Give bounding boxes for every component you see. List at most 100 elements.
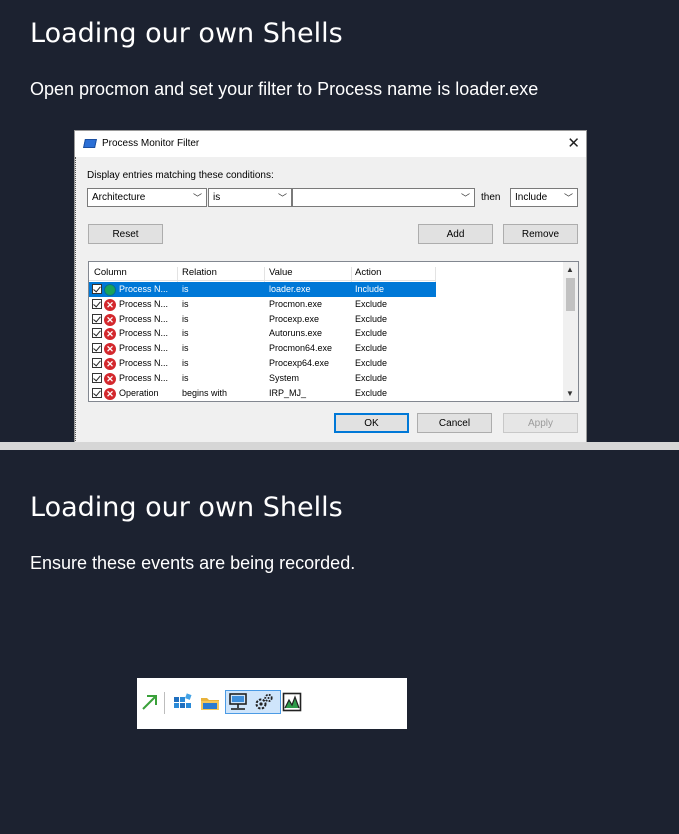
row-value: System — [269, 372, 300, 383]
row-action: Exclude — [355, 343, 388, 354]
row-relation: is — [182, 328, 189, 339]
jump-arrow-icon[interactable] — [140, 692, 160, 712]
filter-row[interactable]: ✕ Process N... is Autoruns.exe Exclude — [89, 326, 436, 341]
chevron-down-icon: ﹀ — [563, 193, 573, 203]
row-column: Process N... — [119, 298, 169, 309]
enable-checkbox[interactable] — [92, 313, 102, 324]
relation-select-value: is — [213, 192, 221, 203]
slide-title: Loading our own Shells — [30, 18, 343, 49]
slide-instruction: Ensure these events are being recorded. — [30, 553, 356, 573]
slide-title: Loading our own Shells — [30, 492, 343, 523]
row-action: Include — [355, 284, 385, 294]
row-value: Procexp.exe — [269, 313, 320, 324]
row-relation: is — [182, 298, 189, 309]
file-system-activity-icon[interactable] — [200, 692, 220, 712]
process-thread-activity-icon[interactable] — [254, 692, 274, 712]
action-header[interactable]: Action — [355, 267, 381, 278]
chevron-down-icon: ﹀ — [460, 193, 470, 203]
row-relation: is — [182, 284, 189, 294]
relation-header[interactable]: Relation — [182, 267, 217, 278]
row-relation: is — [182, 372, 189, 383]
scrollbar-thumb[interactable] — [566, 278, 575, 311]
relation-select[interactable]: is ﹀ — [208, 188, 292, 207]
row-column: Process N... — [119, 372, 169, 383]
row-action: Exclude — [355, 358, 388, 368]
filter-row[interactable]: ✕ Operation begins with IRP_MJ_ Exclude — [89, 386, 436, 401]
filter-row[interactable]: ✕ Process N... is Procexp64.exe Exclude — [89, 356, 436, 371]
add-button[interactable]: Add — [418, 224, 493, 244]
filter-row[interactable]: ✕ Process N... is Procexp.exe Exclude — [89, 312, 436, 327]
chevron-down-icon: ﹀ — [277, 193, 287, 203]
row-action: Exclude — [355, 298, 388, 309]
value-header[interactable]: Value — [269, 267, 293, 278]
exclude-icon: ✕ — [104, 328, 116, 341]
column-select[interactable]: Architecture ﹀ — [87, 188, 207, 207]
slide-2: Loading our own Shells Ensure these even… — [0, 450, 679, 834]
exclude-icon: ✕ — [104, 313, 116, 326]
column-select-value: Architecture — [92, 192, 146, 203]
exclude-icon: ✕ — [104, 343, 116, 356]
row-value: loader.exe — [269, 284, 311, 294]
toolbar-separator — [164, 692, 165, 714]
row-relation: is — [182, 343, 189, 354]
registry-activity-icon[interactable] — [173, 692, 193, 712]
row-column: Process N... — [119, 343, 169, 354]
row-value: Procmon64.exe — [269, 343, 333, 354]
action-select-value: Include — [515, 192, 548, 203]
profiling-events-icon[interactable] — [282, 692, 302, 712]
row-relation: begins with — [182, 387, 228, 398]
action-select[interactable]: Include ﹀ — [510, 188, 578, 207]
filter-row[interactable]: ✕ Process N... is Procmon64.exe Exclude — [89, 341, 436, 356]
row-value: Procmon.exe — [269, 298, 323, 309]
dialog-titlebar: Process Monitor Filter ✕ — [75, 131, 586, 157]
row-relation: is — [182, 358, 189, 368]
enable-checkbox[interactable] — [92, 343, 102, 354]
row-column: Process N... — [119, 284, 169, 294]
row-column: Operation — [119, 387, 159, 398]
cancel-button[interactable]: Cancel — [417, 413, 492, 433]
process-monitor-filter-dialog: Process Monitor Filter ✕ Display entries… — [74, 130, 587, 442]
filter-list[interactable]: Column Relation Value Action Process N..… — [88, 261, 579, 402]
column-header[interactable]: Column — [94, 267, 127, 278]
chevron-up-icon[interactable]: ▲ — [566, 265, 574, 274]
chevron-down-icon[interactable]: ▼ — [566, 389, 574, 398]
row-value: IRP_MJ_ — [269, 387, 307, 398]
row-column: Process N... — [119, 313, 169, 324]
enable-checkbox[interactable] — [92, 298, 102, 309]
row-action: Exclude — [355, 313, 388, 324]
enable-checkbox[interactable] — [92, 284, 102, 294]
dialog-edge-divider — [75, 157, 77, 442]
filter-list-header: Column Relation Value Action — [89, 262, 436, 286]
enable-checkbox[interactable] — [92, 387, 102, 398]
enable-checkbox[interactable] — [92, 372, 102, 383]
chevron-down-icon: ﹀ — [192, 193, 202, 203]
value-combo[interactable]: ﹀ — [292, 188, 475, 207]
row-value: Autoruns.exe — [269, 328, 323, 339]
filter-row[interactable]: Process N... is loader.exe Include — [89, 282, 436, 297]
exclude-icon: ✕ — [104, 372, 116, 385]
row-action: Exclude — [355, 387, 388, 398]
row-column: Process N... — [119, 328, 169, 339]
row-column: Process N... — [119, 358, 169, 368]
filter-row[interactable]: ✕ Process N... is System Exclude — [89, 371, 436, 386]
reset-button[interactable]: Reset — [88, 224, 163, 244]
conditions-label: Display entries matching these condition… — [87, 170, 274, 181]
exclude-icon: ✕ — [104, 358, 116, 370]
network-activity-icon[interactable] — [228, 692, 248, 712]
row-value: Procexp64.exe — [269, 358, 330, 368]
close-icon[interactable]: ✕ — [567, 134, 580, 152]
remove-button[interactable]: Remove — [503, 224, 578, 244]
filter-row[interactable]: ✕ Process N... is Procmon.exe Exclude — [89, 297, 436, 312]
event-class-toolbar — [137, 678, 407, 729]
row-action: Exclude — [355, 372, 388, 383]
ok-button[interactable]: OK — [334, 413, 409, 433]
slide-instruction: Open procmon and set your filter to Proc… — [30, 79, 539, 99]
slide-1: Loading our own Shells Open procmon and … — [0, 0, 679, 442]
exclude-icon: ✕ — [104, 387, 116, 400]
exclude-icon: ✕ — [104, 298, 116, 311]
enable-checkbox[interactable] — [92, 358, 102, 368]
apply-button[interactable]: Apply — [503, 413, 578, 433]
enable-checkbox[interactable] — [92, 328, 102, 339]
vertical-scrollbar[interactable]: ▲ ▼ — [563, 262, 578, 401]
row-relation: is — [182, 313, 189, 324]
